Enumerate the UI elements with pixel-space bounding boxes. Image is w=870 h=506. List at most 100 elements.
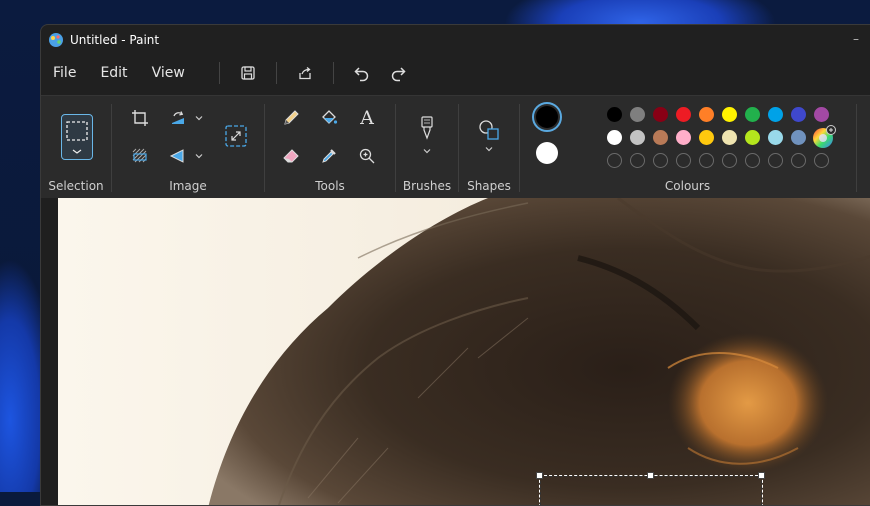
pencil-button[interactable]	[279, 106, 303, 130]
colour-swatch[interactable]	[791, 107, 806, 122]
remove-background-icon	[132, 148, 147, 163]
edit-colours-button[interactable]	[812, 125, 836, 149]
selection-handle[interactable]	[536, 472, 543, 479]
colour-swatch[interactable]	[722, 107, 737, 122]
minimize-button[interactable]: –	[853, 32, 859, 46]
fill-bucket-icon	[322, 110, 338, 124]
menu-separator	[275, 62, 277, 84]
colour-swatch[interactable]	[814, 107, 829, 122]
selection-handle[interactable]	[758, 472, 765, 479]
save-button[interactable]	[236, 61, 260, 85]
custom-colour-slot[interactable]	[722, 153, 737, 168]
menu-separator	[218, 62, 220, 84]
colour-swatch[interactable]	[722, 130, 737, 145]
colour-swatch[interactable]	[630, 130, 645, 145]
redo-button[interactable]	[386, 61, 410, 85]
undo-icon	[354, 67, 369, 82]
colour-swatch[interactable]	[653, 130, 668, 145]
custom-colour-slot[interactable]	[745, 153, 760, 168]
shapes-dropdown-icon[interactable]	[484, 144, 494, 154]
shapes-group: Shapes	[459, 96, 519, 198]
selection-handle[interactable]	[647, 472, 654, 479]
colour-swatch[interactable]	[607, 107, 622, 122]
colours-group: Colours	[520, 96, 855, 198]
flip-button[interactable]	[166, 144, 190, 168]
colour-swatch[interactable]	[653, 107, 668, 122]
brushes-label: Brushes	[402, 179, 452, 193]
text-tool-icon: A	[360, 107, 374, 129]
image-group: Image	[112, 96, 264, 198]
eraser-button[interactable]	[279, 144, 303, 168]
custom-colour-slot[interactable]	[607, 153, 622, 168]
redo-icon	[391, 67, 406, 82]
magnifier-button[interactable]	[355, 144, 379, 168]
menu-view[interactable]: View	[152, 65, 185, 81]
secondary-colour-button[interactable]	[536, 142, 558, 164]
selection-label: Selection	[48, 179, 104, 193]
custom-colour-slot[interactable]	[653, 153, 668, 168]
colour-swatch[interactable]	[676, 130, 691, 145]
rotate-icon	[172, 111, 184, 124]
save-icon	[241, 66, 255, 80]
tools-label: Tools	[315, 179, 345, 193]
brushes-button[interactable]	[415, 116, 439, 140]
colour-swatch[interactable]	[768, 107, 783, 122]
menu-bar: File Edit View	[41, 55, 870, 91]
colour-swatch[interactable]	[630, 107, 645, 122]
colour-swatch[interactable]	[699, 107, 714, 122]
colour-wheel-icon	[813, 125, 836, 148]
brushes-group: Brushes	[396, 96, 458, 198]
resize-button[interactable]	[224, 124, 248, 148]
brushes-dropdown-icon[interactable]	[422, 146, 432, 156]
menu-file[interactable]: File	[53, 65, 76, 81]
custom-colour-slot[interactable]	[791, 153, 806, 168]
paint-window: Untitled - Paint – File Edit View Select…	[40, 24, 870, 506]
primary-colour-button[interactable]	[532, 102, 562, 132]
dog-photo-image	[58, 198, 870, 505]
colour-swatch[interactable]	[745, 130, 760, 145]
colour-picker-icon	[322, 149, 336, 163]
text-button[interactable]: A	[355, 106, 379, 130]
menu-separator	[332, 62, 334, 84]
share-icon	[299, 66, 311, 80]
undo-button[interactable]	[350, 61, 374, 85]
share-button[interactable]	[293, 61, 317, 85]
custom-colour-slot[interactable]	[699, 153, 714, 168]
custom-colour-slot[interactable]	[768, 153, 783, 168]
magnifier-icon	[359, 148, 375, 164]
shapes-label: Shapes	[467, 179, 511, 193]
resize-icon	[225, 125, 247, 147]
selection-group: Selection	[41, 96, 111, 198]
ribbon-toolbar: Selection Image A Tools Brushes Shapes C…	[41, 95, 870, 199]
selection-button[interactable]	[61, 114, 93, 160]
colour-swatch[interactable]	[699, 130, 714, 145]
crop-button[interactable]	[128, 106, 152, 130]
rotate-button[interactable]	[166, 106, 190, 130]
colour-picker-button[interactable]	[317, 144, 341, 168]
colour-swatch[interactable]	[791, 130, 806, 145]
custom-colour-slot[interactable]	[814, 153, 829, 168]
colours-label: Colours	[664, 179, 711, 193]
flip-dropdown-icon[interactable]	[194, 151, 204, 161]
title-bar: Untitled - Paint –	[41, 25, 870, 55]
shapes-button[interactable]	[477, 118, 501, 142]
colour-swatch[interactable]	[768, 130, 783, 145]
crop-icon	[132, 110, 148, 126]
colour-swatch[interactable]	[676, 107, 691, 122]
selection-icon	[66, 121, 88, 154]
tools-group: A Tools	[265, 96, 395, 198]
window-title: Untitled - Paint	[70, 33, 160, 47]
image-label: Image	[169, 179, 207, 193]
fill-button[interactable]	[317, 106, 341, 130]
shapes-icon	[479, 120, 499, 140]
selection-marquee[interactable]	[539, 475, 763, 505]
canvas-workspace	[41, 198, 870, 505]
colour-swatch[interactable]	[745, 107, 760, 122]
drawing-canvas[interactable]	[58, 198, 870, 505]
menu-edit[interactable]: Edit	[100, 65, 127, 81]
colour-swatch[interactable]	[607, 130, 622, 145]
rotate-dropdown-icon[interactable]	[194, 113, 204, 123]
remove-background-button[interactable]	[128, 144, 152, 168]
custom-colour-slot[interactable]	[676, 153, 691, 168]
custom-colour-slot[interactable]	[630, 153, 645, 168]
